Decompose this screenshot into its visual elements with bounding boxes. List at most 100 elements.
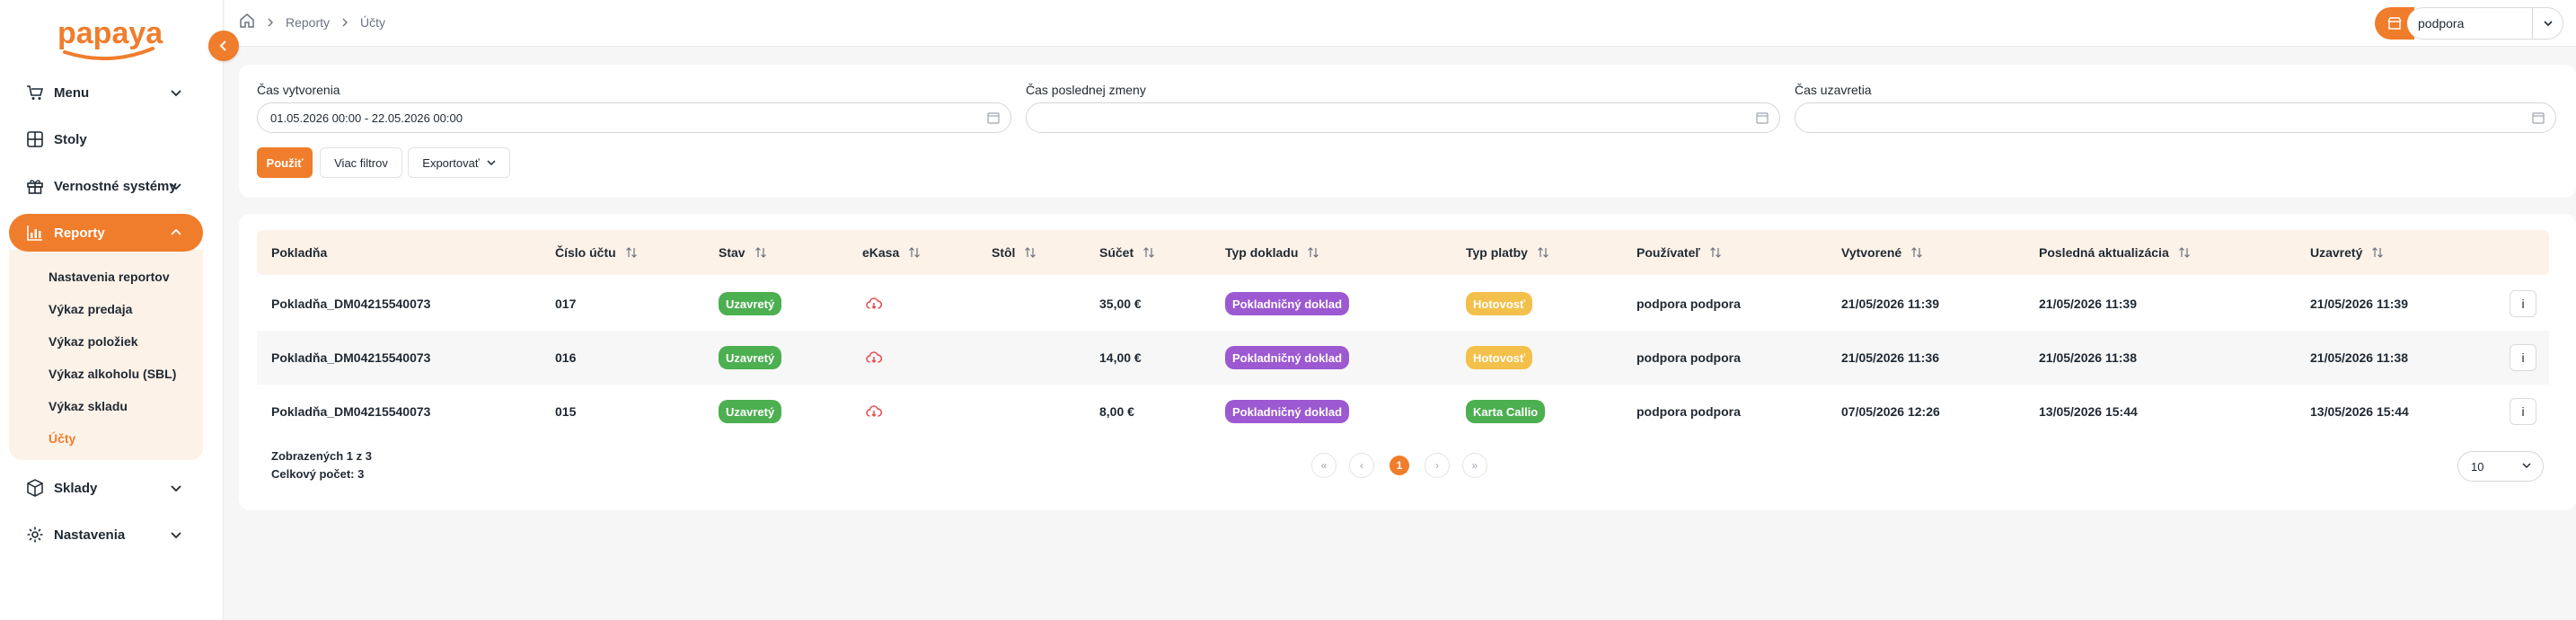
chevron-down-icon <box>2522 463 2531 469</box>
home-icon[interactable] <box>239 13 255 31</box>
sidebar: papaya Menu Stoly Vernostné systémy Repo… <box>0 0 224 620</box>
row-info-button[interactable]: i <box>2510 398 2536 425</box>
page-size-select[interactable]: 10 <box>2457 451 2544 482</box>
submenu-item-vykaz-poloziek[interactable]: Výkaz položiek <box>9 325 203 358</box>
submenu-item-vykaz-predaja[interactable]: Výkaz predaja <box>9 293 203 325</box>
sort-icon <box>754 246 767 259</box>
sidebar-item-vernostne-systemy[interactable]: Vernostné systémy <box>9 167 203 205</box>
cell-user: podpora podpora <box>1636 297 1741 311</box>
created-time-input[interactable]: 01.05.2026 00:00 - 22.05.2026 00:00 <box>257 102 1011 133</box>
col-state[interactable]: Stav <box>719 230 767 275</box>
col-ekasa[interactable]: eKasa <box>862 230 921 275</box>
doc-type-badge: Pokladničný doklad <box>1225 292 1350 315</box>
status-badge: Uzavretý <box>719 400 782 423</box>
more-filters-button[interactable]: Viac filtrov <box>320 147 402 178</box>
cell-closed: 21/05/2026 11:39 <box>2310 297 2408 311</box>
sidebar-collapse-button[interactable] <box>208 31 239 61</box>
pay-type-badge: Karta Callio <box>1466 400 1546 423</box>
chevron-down-icon <box>167 479 185 497</box>
box-icon <box>25 478 45 498</box>
col-closed[interactable]: Uzavretý <box>2310 230 2384 275</box>
filter-panel: Čas vytvorenia 01.05.2026 00:00 - 22.05.… <box>239 65 2576 198</box>
chevron-up-icon <box>167 224 185 242</box>
row-info-button[interactable]: i <box>2510 344 2536 371</box>
submenu-item-ucty[interactable]: Účty <box>9 422 203 455</box>
cell-created: 07/05/2026 12:26 <box>1841 404 1940 419</box>
col-user[interactable]: Používateľ <box>1636 230 1722 275</box>
col-created[interactable]: Vytvorené <box>1841 230 1923 275</box>
chevron-down-icon[interactable] <box>2532 8 2563 39</box>
cell-register: Pokladňa_DM04215540073 <box>271 350 431 365</box>
pay-type-badge: Hotovosť <box>1466 346 1533 369</box>
sort-icon <box>2178 246 2191 259</box>
sort-icon <box>1307 246 1319 259</box>
sort-icon <box>1024 246 1037 259</box>
first-page-button[interactable]: « <box>1311 453 1337 478</box>
cell-created: 21/05/2026 11:36 <box>1841 350 1939 365</box>
cart-icon <box>25 83 45 102</box>
gift-icon <box>25 176 45 196</box>
export-button[interactable]: Exportovať <box>408 147 510 178</box>
closed-time-input[interactable] <box>1795 102 2556 133</box>
submenu-item-nastavenia-reportov[interactable]: Nastavenia reportov <box>9 261 203 293</box>
page-size-value: 10 <box>2471 459 2484 474</box>
cell-closed: 21/05/2026 11:38 <box>2310 350 2408 365</box>
cell-user: podpora podpora <box>1636 350 1741 365</box>
modified-time-label: Čas poslednej zmeny <box>1026 83 1146 97</box>
chevron-right-icon <box>266 18 275 27</box>
row-info-button[interactable]: i <box>2510 290 2536 317</box>
page-1-button[interactable]: 1 <box>1389 456 1409 475</box>
modified-time-input[interactable] <box>1026 102 1780 133</box>
table-row[interactable]: Pokladňa_DM04215540073 016 Uzavretý 14,0… <box>257 331 2549 385</box>
created-time-value: 01.05.2026 00:00 - 22.05.2026 00:00 <box>270 111 463 125</box>
col-doc-type[interactable]: Typ dokladu <box>1225 230 1319 275</box>
store-user-selector[interactable]: podpora <box>2375 7 2563 40</box>
table-row[interactable]: Pokladňa_DM04215540073 015 Uzavretý 8,00… <box>257 385 2549 438</box>
col-account-no[interactable]: Číslo účtu <box>555 230 638 275</box>
user-select[interactable]: podpora <box>2407 7 2563 40</box>
breadcrumb-reporty[interactable]: Reporty <box>286 15 330 30</box>
cell-updated: 13/05/2026 15:44 <box>2039 404 2138 419</box>
gear-icon <box>25 525 45 545</box>
calendar-icon <box>1756 112 1769 124</box>
sort-icon <box>2371 246 2384 259</box>
apply-button[interactable]: Použiť <box>257 147 313 178</box>
prev-page-button[interactable]: ‹ <box>1349 453 1374 478</box>
chevron-right-icon <box>340 18 349 27</box>
col-table[interactable]: Stôl <box>992 230 1037 275</box>
doc-type-badge: Pokladničný doklad <box>1225 346 1350 369</box>
sidebar-item-reporty[interactable]: Reporty <box>9 214 203 252</box>
submenu-item-vykaz-skladu[interactable]: Výkaz skladu <box>9 390 203 422</box>
cloud-error-icon <box>866 277 882 331</box>
col-register: Pokladňa <box>271 245 328 260</box>
cell-account-no: 017 <box>555 297 577 311</box>
col-updated[interactable]: Posledná aktualizácia <box>2039 230 2191 275</box>
col-pay-type[interactable]: Typ platby <box>1466 230 1549 275</box>
cell-user: podpora podpora <box>1636 404 1741 419</box>
cloud-error-icon <box>866 331 882 385</box>
chart-icon <box>25 223 45 243</box>
sidebar-item-label: Menu <box>54 84 90 101</box>
table-row[interactable]: Pokladňa_DM04215540073 017 Uzavretý 35,0… <box>257 277 2549 331</box>
sidebar-item-label: Stoly <box>54 131 87 147</box>
total-count: Celkový počet: 3 <box>271 467 365 481</box>
status-badge: Uzavretý <box>719 292 782 315</box>
sidebar-item-sklady[interactable]: Sklady <box>9 469 203 507</box>
closed-time-label: Čas uzavretia <box>1795 83 1872 97</box>
topbar: Reporty Účty podpora <box>225 0 2576 47</box>
calendar-icon <box>987 112 1000 124</box>
chevron-down-icon <box>167 526 185 544</box>
next-page-button[interactable]: › <box>1425 453 1450 478</box>
last-page-button[interactable]: » <box>1462 453 1487 478</box>
col-total[interactable]: Súčet <box>1099 230 1155 275</box>
cell-register: Pokladňa_DM04215540073 <box>271 404 431 419</box>
papaya-logo[interactable]: papaya <box>56 13 163 63</box>
submenu-item-vykaz-alkoholu[interactable]: Výkaz alkoholu (SBL) <box>9 358 203 390</box>
created-time-label: Čas vytvorenia <box>257 83 340 97</box>
cell-updated: 21/05/2026 11:39 <box>2039 297 2137 311</box>
chevron-down-icon <box>487 160 496 166</box>
sidebar-item-menu[interactable]: Menu <box>9 74 203 111</box>
sidebar-item-stoly[interactable]: Stoly <box>9 120 203 158</box>
sidebar-item-nastavenia[interactable]: Nastavenia <box>9 516 203 554</box>
sort-icon <box>1910 246 1923 259</box>
